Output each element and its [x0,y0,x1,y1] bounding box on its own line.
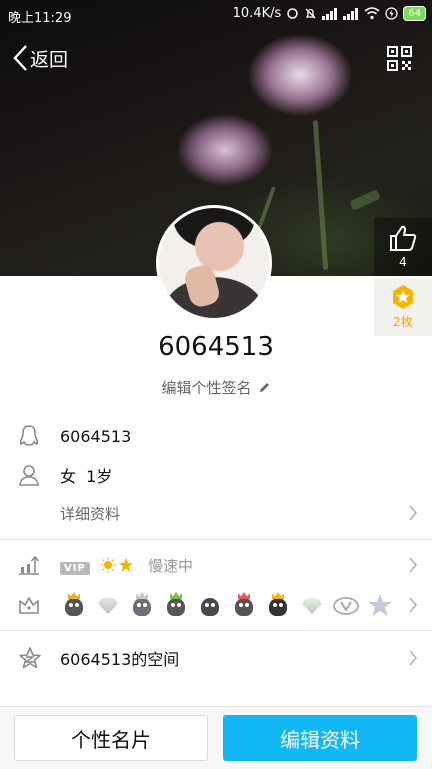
status-time: 晚上11:29 [8,11,72,26]
thumbs-up-icon [390,225,417,251]
crown-icon [19,597,39,614]
v-cloud-medal-icon [332,592,360,618]
signal-icon [343,7,359,20]
level-chart-icon [19,555,40,575]
penguin-crown-medal-icon [60,592,88,618]
cover-decoration [349,189,381,211]
like-count: 4 [399,255,407,269]
vip-badge: VIP [60,556,90,575]
diamond-medal-icon [298,592,326,618]
charging-icon [385,7,398,20]
avatar[interactable] [156,205,272,321]
penguin-green-medal-icon [162,592,190,618]
penguin-gold-crown-medal-icon [264,592,292,618]
penguin-blue-medal-icon [128,592,156,618]
star-medal-icon [366,592,394,618]
pencil-icon [259,383,269,392]
penguin-cap-medal-icon [196,592,224,618]
penguin-flower-medal-icon [230,592,258,618]
back-button[interactable]: 返回 [12,44,68,72]
network-speed: 10.4K/s [232,6,282,21]
qr-code-icon[interactable] [387,46,412,71]
qq-number-row: 6064513 [0,423,432,449]
vip-status: 慢速中 [148,556,194,575]
sync-icon [287,8,299,19]
nickname: 6064513 [158,332,274,362]
penguin-icon [19,425,39,446]
status-icons: 10.4K/s 64 [233,6,426,21]
chevron-right-icon [409,597,418,613]
edit-profile-button[interactable]: 编辑资料 [223,715,417,761]
wifi-icon [364,7,380,20]
star-coin-icon [393,285,413,309]
medal-list [60,592,394,618]
back-label: 返回 [30,48,69,71]
details-link: 详细资料 [60,504,121,523]
chevron-right-icon [409,650,418,666]
avatar-detail [182,262,222,310]
alarm-off-icon [305,8,316,19]
chevron-left-icon [13,45,27,71]
qzone-row[interactable]: 6064513的空间 [0,645,432,671]
edit-signature[interactable]: 编辑个性签名 [0,377,432,398]
chevron-right-icon [409,557,418,573]
divider [0,539,432,540]
coin-button[interactable]: 2枚 [374,278,432,336]
sun-star-level-icon [100,557,133,573]
diamond-medal-icon [94,592,122,618]
qzone-label: 6064513的空间 [60,650,180,669]
battery-indicator: 64 [403,6,426,21]
qzone-star-icon [19,647,41,669]
qq-number: 6064513 [60,426,132,446]
gender-age: 女 1岁 [60,467,113,486]
vip-row[interactable]: VIP 慢速中 [0,552,432,578]
bottom-action-bar: 个性名片 编辑资料 [0,706,432,769]
gender-age-row: 女 1岁 [0,462,432,488]
person-icon [19,465,39,486]
cover-decoration [312,120,329,270]
coin-count: 2枚 [393,315,413,329]
signal-icon [322,7,338,20]
chevron-right-icon [409,505,418,521]
like-button[interactable]: 4 [374,218,432,276]
details-row[interactable]: 详细资料 [0,500,432,526]
divider [0,630,432,631]
medals-row[interactable] [0,590,432,620]
business-card-button[interactable]: 个性名片 [14,715,208,761]
status-bar: 晚上11:29 10.4K/s 64 [0,0,432,30]
signature-label: 编辑个性签名 [161,379,252,397]
